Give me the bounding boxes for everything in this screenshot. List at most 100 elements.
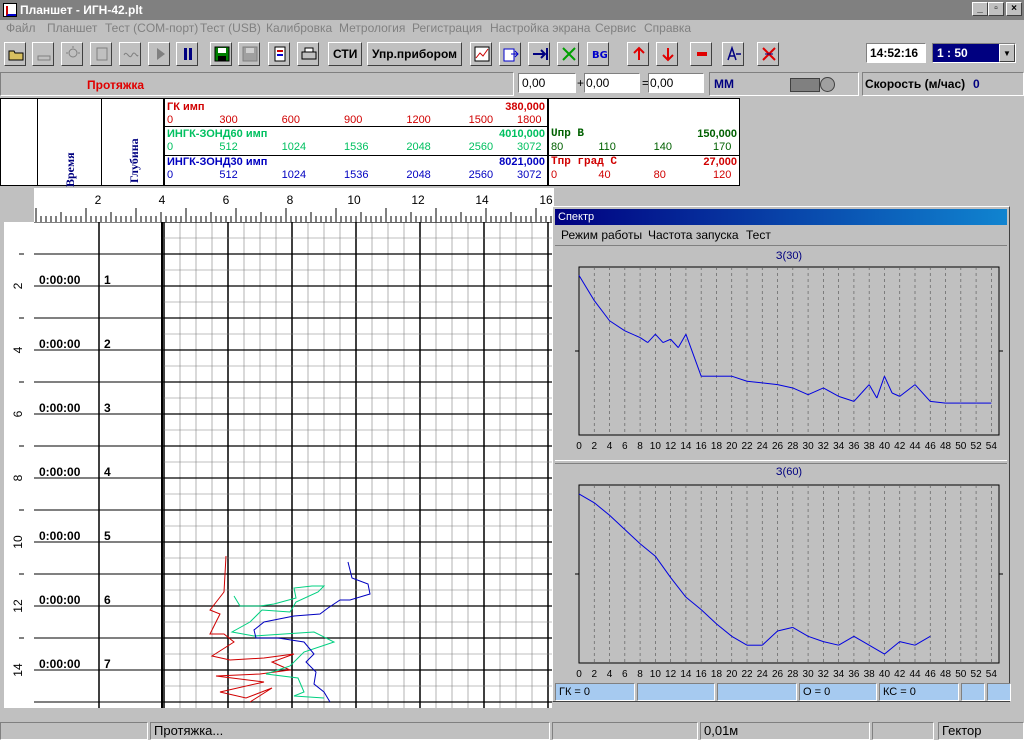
arrow-right-icon[interactable] bbox=[528, 42, 550, 66]
menu-bar: Файл Планшет Тест (COM-порт) Тест (USB) … bbox=[0, 20, 1024, 38]
open-button[interactable] bbox=[4, 42, 26, 66]
spectr-x-tick: 0 bbox=[576, 669, 582, 680]
menu-service[interactable]: Сервис bbox=[595, 21, 636, 35]
spectr-x-tick: 2 bbox=[591, 441, 597, 452]
menu-test-usb[interactable]: Тест (USB) bbox=[200, 21, 261, 35]
spectr-x-tick: 40 bbox=[879, 669, 891, 680]
arrow-up-icon[interactable] bbox=[627, 42, 649, 66]
track-tick: 512 bbox=[219, 169, 238, 181]
right-track-tick: 170 bbox=[713, 141, 732, 153]
spectr-x-tick: 2 bbox=[591, 669, 597, 680]
log-plot[interactable]: 0:00:00 1 0:00:00 2 0:00:00 3 0:00:00 4 0:00:00 5… bbox=[34, 222, 552, 708]
menu-help[interactable]: Справка bbox=[644, 21, 691, 35]
scale-value: 1 : 50 bbox=[937, 46, 968, 60]
unit-label: ММ bbox=[714, 77, 734, 91]
spectr-x-tick: 40 bbox=[879, 441, 891, 452]
plot-hscroll[interactable] bbox=[552, 700, 764, 720]
print-icon[interactable] bbox=[297, 42, 319, 66]
depth-label: 4 bbox=[11, 346, 25, 353]
spectr-window[interactable]: Спектр Режим работы Частота запуска Тест… bbox=[552, 206, 1011, 702]
spectr-x-tick: 12 bbox=[665, 441, 677, 452]
spectr-x-tick: 36 bbox=[848, 669, 860, 680]
chevron-down-icon[interactable]: ▼ bbox=[999, 44, 1015, 62]
menu-screen-settings[interactable]: Настройка экрана bbox=[490, 21, 590, 35]
menu-test-com[interactable]: Тест (COM-порт) bbox=[105, 21, 198, 35]
spectr-x-tick: 4 bbox=[607, 441, 613, 452]
depth-label: 6 bbox=[11, 410, 25, 417]
spectr-x-tick: 44 bbox=[909, 441, 921, 452]
spectr-x-tick: 28 bbox=[787, 441, 799, 452]
lamp-icon[interactable] bbox=[61, 42, 83, 66]
spectr-chart-title: З(60) bbox=[776, 466, 802, 478]
ruler-label: 14 bbox=[475, 193, 489, 207]
spectr-x-tick: 8 bbox=[637, 441, 643, 452]
stop-icon[interactable] bbox=[690, 42, 712, 66]
spectr-x-tick: 30 bbox=[803, 441, 815, 452]
menu-planshet[interactable]: Планшет bbox=[47, 21, 97, 35]
track-tick: 1200 bbox=[406, 114, 431, 126]
arrow-down-icon[interactable] bbox=[656, 42, 678, 66]
spectr-status-cell bbox=[637, 683, 715, 701]
close-button[interactable]: × bbox=[1006, 2, 1022, 16]
spectr-x-tick: 32 bbox=[818, 669, 830, 680]
track-tick: 1024 bbox=[281, 169, 307, 181]
row-time: 0:00:00 bbox=[39, 529, 81, 543]
row-number: 7 bbox=[104, 657, 111, 671]
spectr-x-tick: 10 bbox=[650, 441, 662, 452]
play-button[interactable] bbox=[148, 42, 170, 66]
spectr-status-cell bbox=[961, 683, 985, 701]
track-tick: 2048 bbox=[406, 169, 431, 181]
right-track-tick: 80 bbox=[551, 141, 564, 153]
amplitude-icon[interactable] bbox=[722, 42, 744, 66]
spectr-x-tick: 38 bbox=[864, 441, 876, 452]
track-tick: 1536 bbox=[344, 141, 369, 153]
save-icon[interactable] bbox=[210, 42, 232, 66]
right-track-name: Тпр град С bbox=[551, 156, 618, 168]
depth-label: 12 bbox=[11, 599, 25, 613]
save-disabled-icon[interactable] bbox=[238, 42, 260, 66]
status-depth: 0,01м bbox=[700, 722, 870, 740]
ruler-label: 16 bbox=[539, 193, 553, 207]
cancel-tool-icon[interactable] bbox=[757, 42, 779, 66]
track-tick: 1536 bbox=[344, 169, 369, 181]
menu-metrology[interactable]: Метрология bbox=[339, 21, 405, 35]
spectr-status-cell bbox=[987, 683, 1011, 701]
scale-select[interactable]: 1 : 50 ▼ bbox=[932, 43, 1016, 63]
status-message: Протяжка... bbox=[150, 722, 550, 740]
maximize-button[interactable]: ▫ bbox=[988, 2, 1004, 16]
x-field[interactable] bbox=[518, 73, 576, 93]
track-tick: 1024 bbox=[281, 141, 307, 153]
spectr-x-tick: 12 bbox=[665, 669, 677, 680]
blank-button[interactable] bbox=[32, 42, 54, 66]
spectr-x-tick: 20 bbox=[726, 669, 738, 680]
right-track-tick: 40 bbox=[598, 169, 611, 181]
row-time: 0:00:00 bbox=[39, 465, 81, 479]
export-icon[interactable] bbox=[499, 42, 521, 66]
chart-icon[interactable] bbox=[470, 42, 492, 66]
clock-display: 14:52:16 bbox=[866, 43, 926, 63]
y-field[interactable] bbox=[584, 73, 640, 93]
cross-tool-icon[interactable] bbox=[557, 42, 579, 66]
device-control-button[interactable]: Упр.прибором bbox=[367, 42, 462, 66]
minimize-button[interactable]: _ bbox=[972, 2, 988, 16]
report-icon[interactable] bbox=[268, 42, 290, 66]
track-header: Время Глубина ГК имп 380,000 0 300 600 900 120… bbox=[0, 98, 740, 187]
spectr-x-tick: 52 bbox=[971, 441, 983, 452]
sti-button[interactable]: СТИ bbox=[328, 42, 363, 66]
right-track-value: 150,000 bbox=[697, 128, 737, 140]
row-number: 2 bbox=[104, 337, 111, 351]
status-empty-2 bbox=[552, 722, 698, 740]
menu-file[interactable]: Файл bbox=[6, 21, 36, 35]
depth-label: 10 bbox=[11, 535, 25, 549]
mode-panel: Протяжка bbox=[0, 72, 514, 96]
z-field[interactable] bbox=[648, 73, 704, 93]
menu-registration[interactable]: Регистрация bbox=[412, 21, 482, 35]
menu-calibration[interactable]: Калибровка bbox=[266, 21, 332, 35]
spectr-status-cell: ГК = 0 bbox=[555, 683, 635, 701]
bg-icon[interactable]: BG bbox=[587, 42, 609, 66]
wave-icon[interactable] bbox=[119, 42, 141, 66]
device-icon[interactable] bbox=[90, 42, 112, 66]
spectr-status-bar: ГК = 0 О = 0 КС = 0 bbox=[555, 683, 1011, 701]
pause-button[interactable] bbox=[176, 42, 198, 66]
spectr-x-tick: 26 bbox=[772, 441, 784, 452]
